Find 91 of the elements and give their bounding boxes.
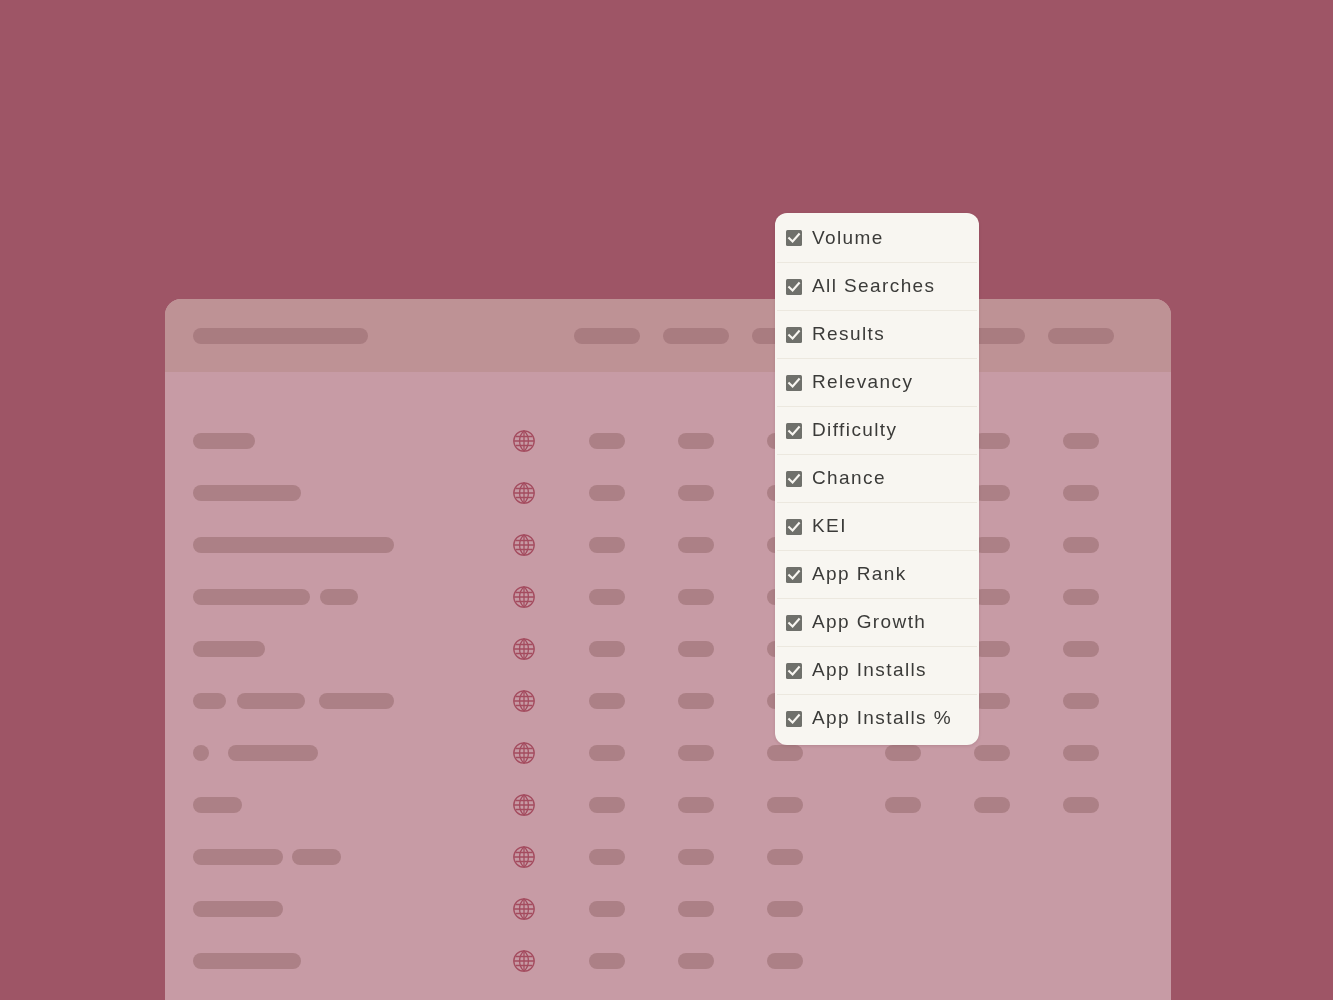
checkbox[interactable] [786,566,802,583]
checkbox[interactable] [786,422,802,439]
placeholder-bar [193,433,255,449]
column-label: All Searches [812,274,936,299]
globe-icon [513,690,535,712]
checkbox[interactable] [786,710,802,727]
placeholder-bar [237,693,305,709]
placeholder-bar [677,433,714,449]
column-toggle-item[interactable]: Chance [777,454,977,502]
placeholder-bar [320,589,358,605]
placeholder-bar [677,901,714,917]
placeholder-bar [677,797,714,813]
placeholder-bar [766,953,803,969]
checkbox[interactable] [786,278,802,295]
checkbox[interactable] [786,230,802,246]
checkbox[interactable] [786,614,802,631]
column-toggle-item[interactable]: App Rank [777,550,977,598]
placeholder-bar [766,901,803,917]
globe-icon [513,638,535,660]
placeholder-bar [193,797,242,813]
placeholder-bar [588,797,625,813]
checkbox[interactable] [786,326,802,343]
placeholder-bar [766,849,803,865]
dot-icon [193,745,209,761]
placeholder-bar [884,745,921,761]
placeholder-bar [766,745,803,761]
column-toggle-item[interactable]: Difficulty [777,406,977,454]
placeholder-bar [677,745,714,761]
globe-icon [513,534,535,556]
column-toggle-item[interactable]: App Growth [777,598,977,646]
checkbox[interactable] [786,662,802,679]
globe-icon [513,742,535,764]
checkbox[interactable] [786,470,802,487]
placeholder-bar [588,849,625,865]
placeholder-bar [588,485,625,501]
placeholder-bar [1062,433,1099,449]
placeholder-bar [1062,589,1099,605]
checkbox[interactable] [786,374,802,391]
globe-icon [513,898,535,920]
placeholder-bar [588,589,625,605]
placeholder-bar [973,797,1010,813]
placeholder-bar [588,745,625,761]
globe-icon [513,794,535,816]
placeholder-bar [1062,745,1099,761]
column-toggle-item[interactable]: KEI [777,502,977,550]
placeholder-bar [1062,641,1099,657]
column-label: Results [812,322,886,347]
placeholder-bar [193,693,226,709]
placeholder-bar [588,693,625,709]
column-label: App Rank [812,562,907,587]
placeholder-bar [193,641,265,657]
column-label: Chance [812,466,886,491]
globe-icon [513,950,535,972]
column-label: Difficulty [812,418,898,443]
column-toggle-item[interactable]: Volume [777,214,977,262]
column-toggle-item[interactable]: Relevancy [777,358,977,406]
column-label: Volume [812,225,884,250]
placeholder-bar [766,797,803,813]
placeholder-bar [973,745,1010,761]
column-toggle-item[interactable]: All Searches [777,262,977,310]
placeholder-bar [677,589,714,605]
placeholder-bar [677,485,714,501]
globe-icon [513,586,535,608]
placeholder-bar [588,433,625,449]
placeholder-bar [292,849,341,865]
placeholder-bar [677,693,714,709]
placeholder-bar [588,537,625,553]
checkbox[interactable] [786,518,802,535]
column-label: App Installs % [812,706,952,731]
column-toggle-item[interactable]: App Installs % [777,694,977,742]
column-label: KEI [812,514,847,539]
placeholder-bar [588,953,625,969]
column-label: Relevancy [812,370,914,395]
placeholder-bar [588,901,625,917]
column-label: App Growth [812,610,927,635]
placeholder-bar [677,953,714,969]
globe-icon [513,482,535,504]
globe-icon [513,846,535,868]
placeholder-bar [588,641,625,657]
column-toggle-item[interactable]: Results [777,310,977,358]
column-label: App Installs [812,658,928,683]
placeholder-bar [677,849,714,865]
column-toggle-item[interactable]: App Installs [777,646,977,694]
placeholder-bar [1062,485,1099,501]
placeholder-bar [1062,797,1099,813]
placeholder-bar [677,537,714,553]
placeholder-bar [884,797,921,813]
placeholder-bar [677,641,714,657]
globe-icon [513,430,535,452]
placeholder-bar [1062,693,1099,709]
placeholder-bar [1062,537,1099,553]
